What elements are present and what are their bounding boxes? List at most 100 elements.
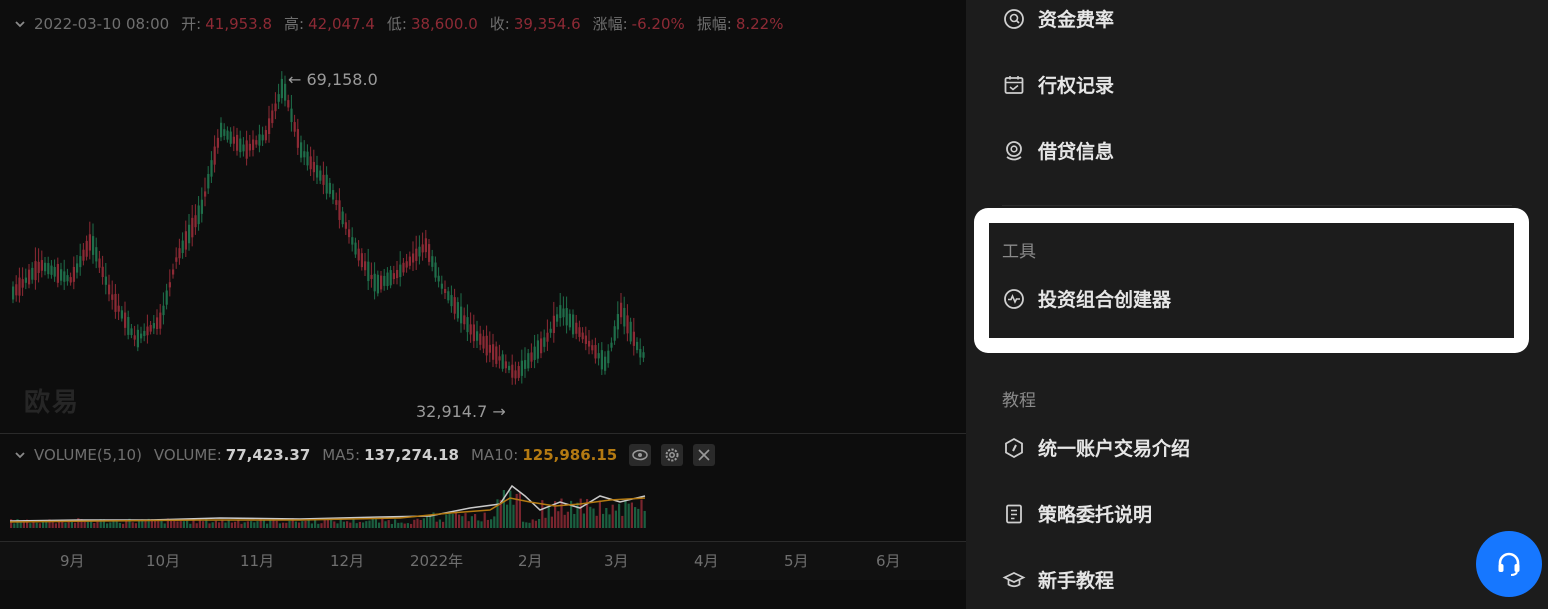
- candle-body: [504, 361, 507, 369]
- candle-body: [287, 100, 290, 108]
- volume-bar: [298, 522, 301, 528]
- candle-body: [389, 270, 392, 286]
- side-menu: 资金费率 行权记录 借贷信息 工具 投资组合创建器 教程 统一账户交易介绍 策略…: [966, 0, 1548, 609]
- candle-body: [584, 335, 587, 344]
- candle-body: [194, 215, 197, 228]
- candle-body: [130, 328, 133, 336]
- menu-item-beginner-guide[interactable]: 新手教程: [1002, 566, 1114, 593]
- volume-bar: [474, 513, 477, 528]
- volume-bar: [493, 516, 496, 528]
- volume-bar: [346, 521, 349, 528]
- change-label: 涨幅:: [592, 15, 628, 33]
- candle-body: [328, 182, 331, 194]
- candle-body: [66, 275, 69, 282]
- candle-body: [405, 261, 408, 268]
- volume-bar: [266, 523, 269, 528]
- menu-item-exercise-records[interactable]: 行权记录: [1002, 71, 1114, 98]
- candle-body: [607, 350, 610, 364]
- volume-bar: [624, 498, 627, 528]
- volume-bar: [483, 512, 486, 528]
- volume-bar: [154, 520, 157, 528]
- candle-body: [37, 261, 40, 273]
- customer-support-button[interactable]: [1476, 531, 1542, 597]
- candle-body: [143, 330, 146, 336]
- candle-body: [636, 341, 639, 351]
- menu-item-label: 投资组合创建器: [1038, 289, 1172, 311]
- candle-body: [428, 244, 431, 262]
- volume-bar: [605, 508, 608, 528]
- candle-body: [511, 364, 514, 378]
- candle-body: [239, 138, 242, 153]
- portfolio-pulse-icon: [1002, 287, 1026, 311]
- volume-bar: [173, 520, 176, 528]
- volume-bar: [42, 521, 45, 528]
- candle-body: [597, 353, 600, 359]
- candle-body: [44, 262, 47, 272]
- candle-body: [610, 342, 613, 348]
- gear-icon[interactable]: [661, 444, 684, 466]
- candle-body: [268, 118, 271, 135]
- volume-bar: [237, 520, 240, 528]
- candle-body: [508, 365, 511, 371]
- candle-body: [399, 264, 402, 278]
- volume-bar: [547, 506, 550, 528]
- volume-bar: [422, 518, 425, 528]
- chevron-down-icon[interactable]: [14, 449, 26, 461]
- menu-item-strategy-orders[interactable]: 策略委托说明: [1002, 500, 1152, 527]
- menu-divider: [1002, 205, 1512, 206]
- volume-bar: [509, 490, 512, 528]
- volume-bar: [269, 519, 272, 528]
- menu-item-portfolio-builder[interactable]: 投资组合创建器: [1002, 285, 1171, 312]
- menu-item-funding-rate[interactable]: 资金费率: [1002, 5, 1114, 32]
- volume-value: 77,423.37: [225, 446, 311, 464]
- section-label-tools: 工具: [1002, 242, 1036, 262]
- candle-body: [626, 315, 629, 334]
- candle-body: [380, 275, 383, 290]
- volume-bar: [448, 513, 451, 528]
- candle-body: [447, 291, 450, 301]
- candle-body: [479, 333, 482, 345]
- volume-bar: [355, 523, 358, 528]
- candle-body: [456, 302, 459, 319]
- volume-bar: [608, 514, 611, 528]
- candle-body: [642, 352, 645, 358]
- close-icon[interactable]: [693, 444, 716, 466]
- kline-chart-panel[interactable]: 2022-03-10 08:00 开: 41,953.8 高: 42,047.4 低…: [0, 0, 966, 609]
- volume-bar: [109, 522, 112, 528]
- candle-body: [210, 160, 213, 177]
- volume-bar: [486, 519, 489, 528]
- volume-bar: [406, 523, 409, 528]
- candle-body: [79, 256, 82, 268]
- candle-body: [261, 134, 264, 141]
- candle-body: [498, 356, 501, 361]
- volume-bar: [182, 521, 185, 528]
- volume-bar: [394, 519, 397, 528]
- menu-item-unified-account-intro[interactable]: 统一账户交易介绍: [1002, 434, 1190, 461]
- menu-item-loan-info[interactable]: 借贷信息: [1002, 137, 1114, 164]
- candle-body: [556, 314, 559, 322]
- high-label: 高:: [284, 15, 305, 33]
- candle-body: [191, 217, 194, 238]
- eye-icon[interactable]: [629, 444, 652, 466]
- candle-body: [50, 265, 53, 275]
- candle-body: [568, 313, 571, 328]
- chevron-down-icon[interactable]: [14, 18, 26, 30]
- candle-body: [530, 352, 533, 362]
- time-axis: 9月 10月 11月 12月 2022年 2月 3月 4月 5月 6月: [0, 541, 966, 580]
- candle-body: [415, 248, 418, 261]
- menu-item-label: 借贷信息: [1038, 141, 1115, 163]
- candle-body: [124, 312, 127, 328]
- candlestick-plot[interactable]: [0, 40, 966, 430]
- candle-body: [290, 108, 293, 123]
- candle-body: [248, 143, 251, 151]
- candle-body: [591, 345, 594, 351]
- volume-bar: [13, 523, 16, 528]
- compass-icon: [1002, 436, 1026, 460]
- volume-bar: [438, 519, 441, 528]
- candle-body: [85, 240, 88, 257]
- candle-body: [133, 335, 136, 340]
- volume-bar: [90, 521, 93, 528]
- candle-body: [258, 134, 261, 146]
- candle-body: [408, 256, 411, 266]
- volume-bar: [602, 513, 605, 528]
